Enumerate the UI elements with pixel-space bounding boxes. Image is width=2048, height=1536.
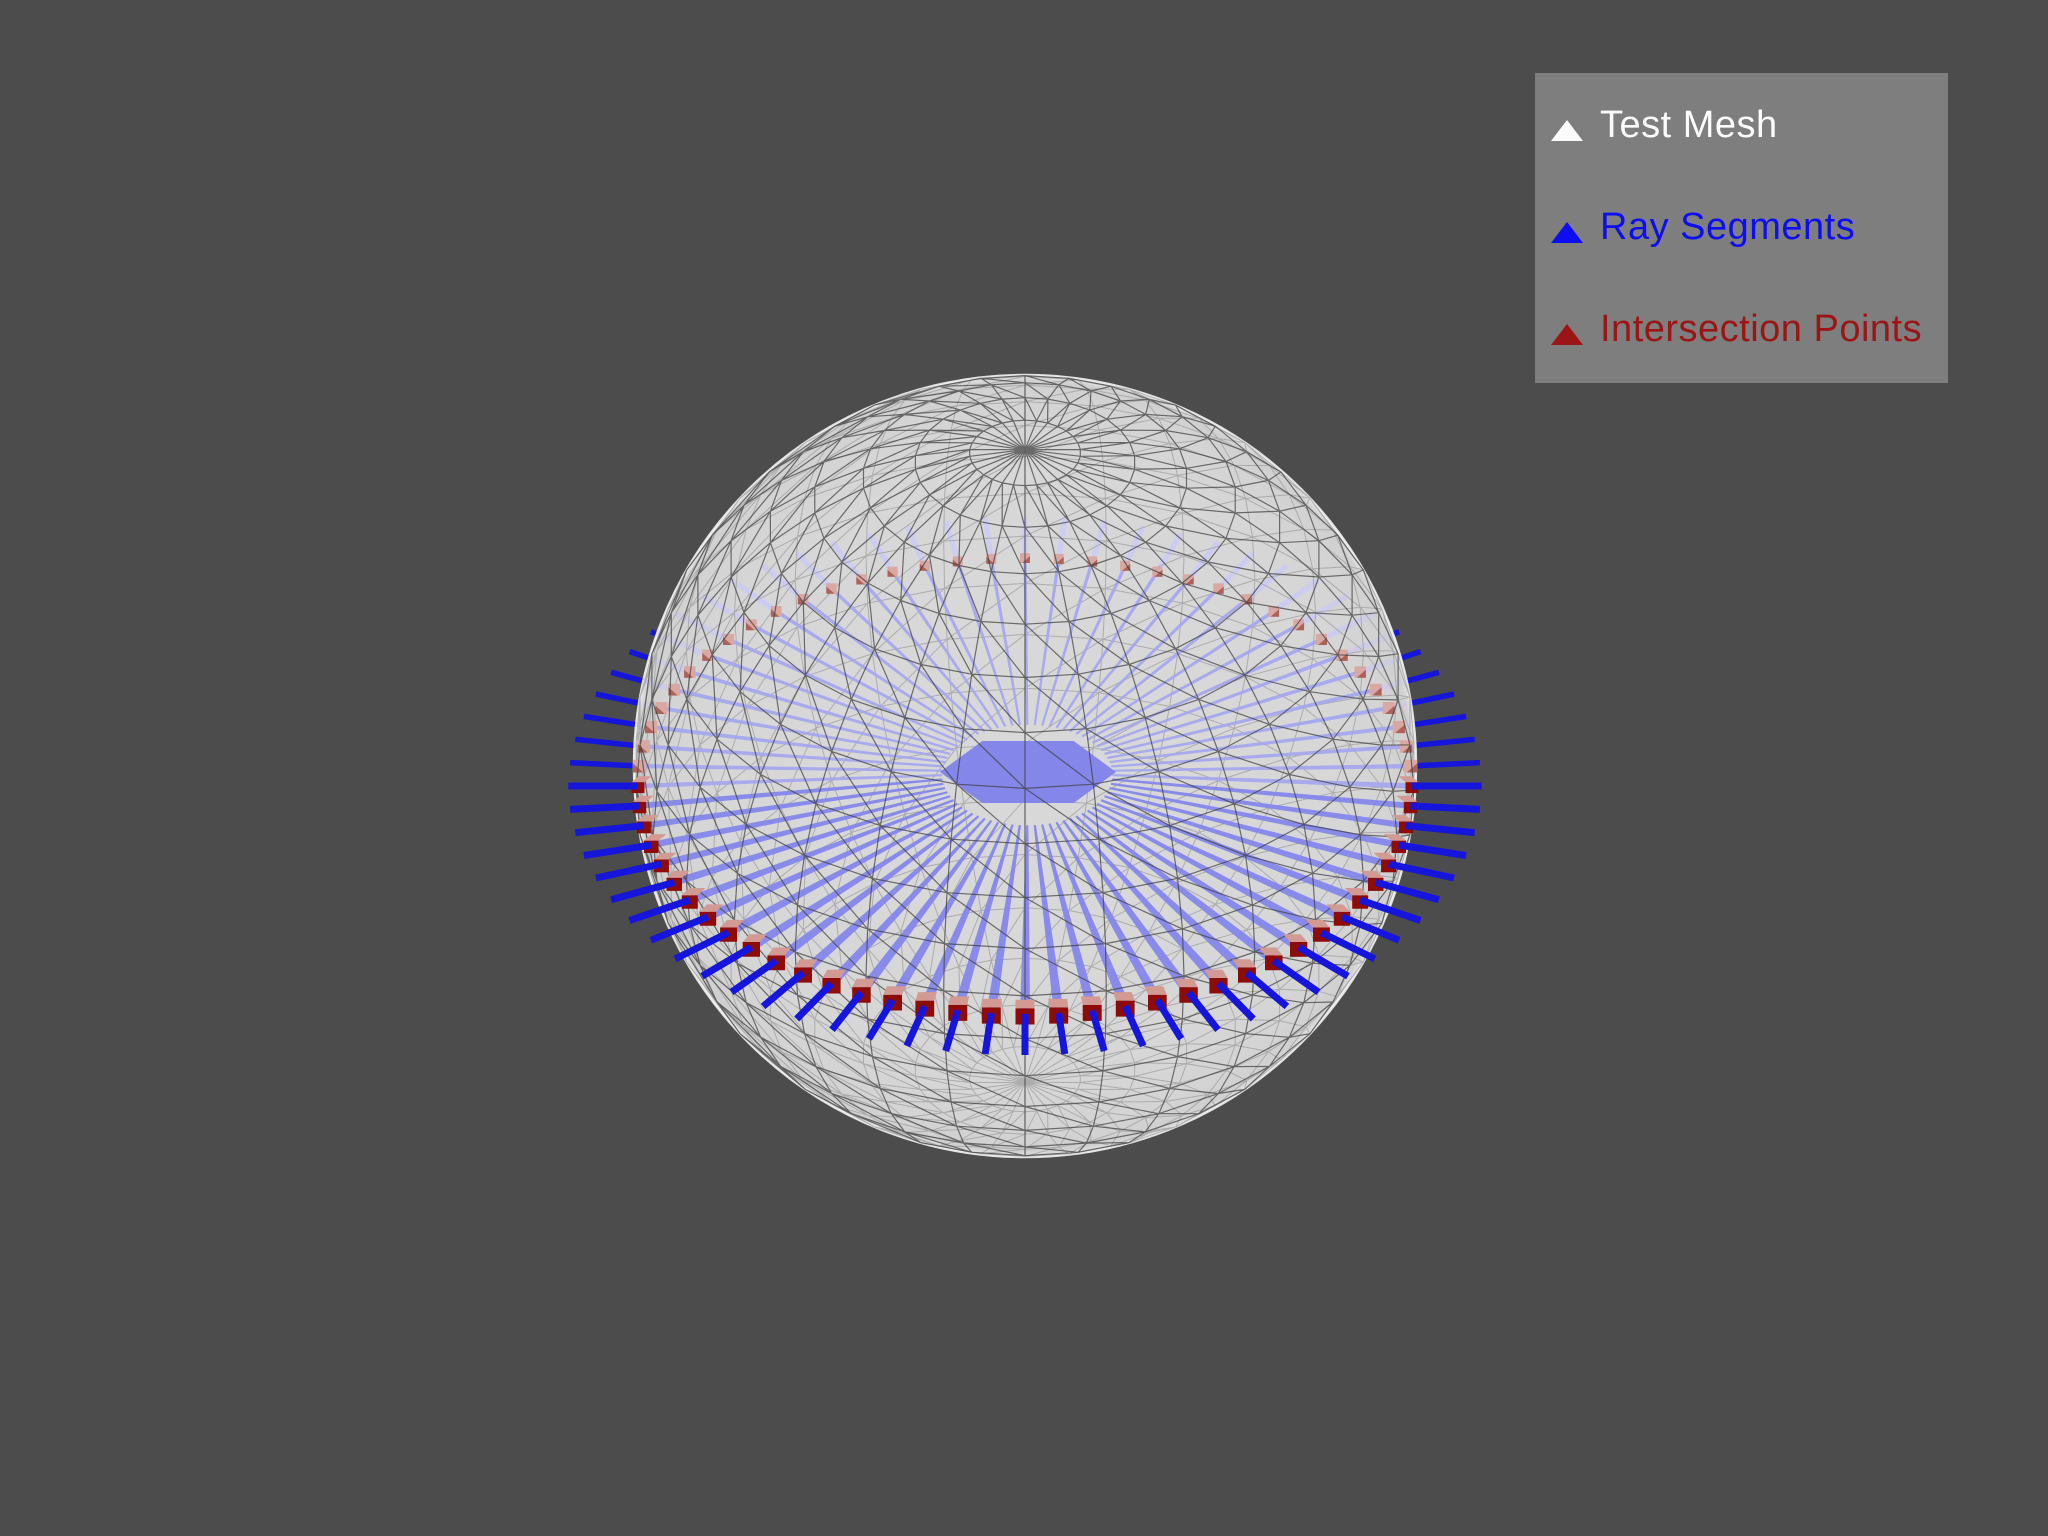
legend-label: Intersection Points: [1600, 310, 1922, 348]
intersection-cube-top: [1048, 999, 1068, 1008]
triangle-icon: [1551, 120, 1583, 141]
legend-entry-test-mesh: Test Mesh: [1551, 101, 1938, 149]
intersection-cube-top: [1113, 992, 1135, 1001]
intersection-cube-top: [1145, 986, 1167, 994]
intersection-cube-top: [915, 992, 937, 1001]
render-window: Test Mesh Ray Segments Intersection Points: [0, 0, 2048, 1536]
triangle-icon: [1551, 222, 1583, 243]
intersection-cube-top: [1016, 1000, 1035, 1009]
legend: Test Mesh Ray Segments Intersection Points: [1535, 73, 1948, 383]
legend-entry-intersection-points: Intersection Points: [1551, 305, 1938, 353]
intersection-cube-top: [948, 996, 969, 1005]
triangle-icon: [1551, 324, 1583, 345]
intersection-cube-top: [883, 986, 905, 994]
legend-label: Test Mesh: [1600, 106, 1778, 144]
legend-entry-ray-segments: Ray Segments: [1551, 203, 1938, 251]
legend-label: Ray Segments: [1600, 208, 1855, 246]
intersection-cube-top: [982, 999, 1002, 1008]
intersection-cube-top: [1081, 996, 1102, 1005]
